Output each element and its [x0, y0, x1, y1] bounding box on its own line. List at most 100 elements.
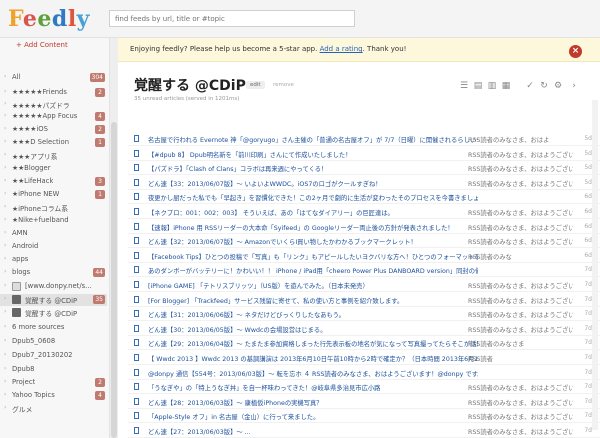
- timeline-view-icon[interactable]: ▥: [486, 80, 498, 92]
- feedly-logo[interactable]: Feedly: [8, 6, 90, 32]
- article-row[interactable]: [iPhone GAME] 「テトリスブリッツ」（US版）を遊んでみた。（日本未…: [128, 278, 600, 292]
- article-title[interactable]: どん速【27：2013/06/03版】〜 ...: [148, 427, 251, 436]
- article-title[interactable]: [iPhone GAME] 「テトリスブリッツ」（US版）を遊んでみた。（日本未…: [148, 281, 369, 290]
- bookmark-icon[interactable]: [134, 310, 139, 318]
- article-title[interactable]: あのダンボーがバッテリーに！かわいい！！ iPhone / iPad用「chee…: [148, 266, 478, 275]
- main-scrollbar[interactable]: [592, 100, 598, 430]
- article-row[interactable]: どん速【29：2013/06/04版】〜 たまたま参加資格しまった行先表示板の地…: [128, 336, 600, 351]
- chevron-right-icon[interactable]: ›: [4, 164, 6, 171]
- article-title[interactable]: [For Blogger] 「Trackfeed」サービス残留に寄せて、私の使い…: [148, 296, 403, 305]
- article-title[interactable]: 「Apple-Style オフ」in 名古屋（金山）に行って来ました。: [148, 412, 319, 421]
- sidebar-item[interactable]: › 6 more sources: [0, 322, 107, 334]
- chevron-right-icon[interactable]: ›: [4, 323, 6, 330]
- bookmark-icon[interactable]: [134, 193, 139, 201]
- article-title[interactable]: どん速【33：2013/06/07版】〜 いよいよWWDC。iOS7のロゴがクー…: [148, 179, 382, 188]
- article-title[interactable]: 【ネクプロ：001：002：003】 そういえば、あの「はてなダイアリー」の巨匠…: [148, 208, 394, 217]
- article-row[interactable]: 【 Wwdc 2013 】Wwdc 2013 の基調講演は 2013年6月10日…: [128, 351, 600, 365]
- bookmark-icon[interactable]: [134, 427, 139, 434]
- sidebar-item[interactable]: › 覚醒する @CDiP: [0, 307, 107, 319]
- article-title[interactable]: どん速【31：2013/06/06版】〜 ネタだけどびっくりしたなあもう。: [148, 310, 345, 319]
- chevron-right-icon[interactable]: ›: [4, 351, 6, 358]
- cards-view-icon[interactable]: ▦: [500, 80, 512, 92]
- sidebar-item[interactable]: › ★★★アプリ系: [0, 150, 107, 162]
- settings-gear-icon[interactable]: ⚙: [552, 80, 564, 92]
- article-title[interactable]: どん速【32：2013/06/07版】〜 AmazonでいくらI買い物したかわか…: [148, 237, 417, 246]
- bookmark-icon[interactable]: [134, 397, 139, 405]
- bookmark-icon[interactable]: [134, 222, 139, 230]
- article-row[interactable]: 【パズドラ】「Clash of Clans」コラボは再来週にやってくる！ RSS読…: [128, 161, 600, 176]
- article-title[interactable]: 名古屋で行われる Evernote 神「@goryugo」さん主催の「普通の名古…: [148, 135, 478, 144]
- edit-button[interactable]: edit: [246, 81, 265, 89]
- article-row[interactable]: 【速報】iPhone 用 RSSリーダーの大本命「Syifeed」の Googl…: [128, 220, 600, 234]
- article-title[interactable]: 夜更かし厨だった私でも「早起き」を習慣化できた！この2ヶ月で劇的に生活が変わった…: [148, 193, 478, 202]
- article-row[interactable]: どん速【33：2013/06/07版】〜 いよいよWWDC。iOS7のロゴがクー…: [128, 176, 600, 190]
- sidebar-item[interactable]: › ★Nike+fuelband: [0, 215, 107, 227]
- article-row[interactable]: @donpy 通信【554号：2013/06/03版】〜 転を忘ホ ４ RSS読…: [128, 366, 600, 380]
- article-title[interactable]: どん速【29：2013/06/04版】〜 たまたま参加資格しまった行先表示板の地…: [148, 339, 478, 348]
- bookmark-icon[interactable]: [134, 164, 139, 172]
- chevron-right-icon[interactable]: ›: [4, 138, 6, 145]
- bookmark-icon[interactable]: [134, 368, 139, 376]
- article-row[interactable]: どん速【28：2013/06/03版】〜 康植仮iPhoneの実機写真？ RSS読…: [128, 395, 600, 409]
- sidebar-item[interactable]: › apps: [0, 254, 107, 266]
- article-row[interactable]: 「Apple-Style オフ」in 名古屋（金山）に行って来ました。 RSS読者…: [128, 409, 600, 424]
- bookmark-icon[interactable]: [134, 208, 139, 215]
- chevron-right-icon[interactable]: ›: [4, 378, 6, 385]
- bookmark-icon[interactable]: [134, 251, 139, 259]
- article-title[interactable]: どん速【30：2013/06/05版】〜 Wwdcの会場設営はじまる。: [148, 325, 327, 334]
- bookmark-icon[interactable]: [134, 281, 139, 288]
- sidebar-item[interactable]: › ★★★D Selection 1: [0, 137, 107, 149]
- chevron-right-icon[interactable]: ›: [4, 242, 6, 249]
- article-row[interactable]: どん速【32：2013/06/07版】〜 AmazonでいくらI買い物したかわか…: [128, 234, 600, 249]
- chevron-right-icon[interactable]: ›: [4, 203, 6, 210]
- sidebar-item[interactable]: › ★★LifeHack 3: [0, 176, 107, 188]
- magazine-view-icon[interactable]: ▤: [472, 80, 484, 92]
- chevron-right-icon[interactable]: ›: [4, 125, 6, 132]
- chevron-right-icon[interactable]: ›: [4, 112, 6, 119]
- bookmark-icon[interactable]: [134, 412, 139, 420]
- sidebar-item[interactable]: › blogs 44: [0, 267, 107, 279]
- bookmark-icon[interactable]: [134, 383, 139, 391]
- sidebar-item[interactable]: › Dpub5_0608: [0, 336, 107, 348]
- titles-view-icon[interactable]: ☰: [458, 80, 470, 92]
- sidebar-item[interactable]: › Yahoo Topics 4: [0, 390, 107, 402]
- chevron-right-icon[interactable]: ›: [4, 100, 6, 107]
- chevron-right-icon[interactable]: ›: [4, 282, 6, 289]
- article-title[interactable]: 【#dpub 8】 Dpub明名新を「前川印刷」さんにて作成いたしました！: [148, 150, 352, 159]
- article-row[interactable]: 【#dpub 8】 Dpub明名新を「前川印刷」さんにて作成いたしました！ RSS…: [128, 147, 600, 161]
- bookmark-icon[interactable]: [134, 354, 139, 361]
- article-row[interactable]: 「うなぎや」の「特上うなぎ丼」を自一杯味わってきた！@岐阜県多治見市広小路 RSS…: [128, 380, 600, 395]
- sidebar-item[interactable]: › All 304: [0, 72, 107, 84]
- article-row[interactable]: どん速【27：2013/06/03版】〜 ... RSS読者のみなさま、おはようご…: [128, 424, 600, 438]
- search-input[interactable]: [109, 10, 355, 27]
- remove-button[interactable]: remove: [269, 81, 298, 89]
- bookmark-icon[interactable]: [134, 339, 139, 347]
- sidebar-item[interactable]: › Dpub7_20130202: [0, 350, 107, 362]
- bookmark-icon[interactable]: [134, 149, 139, 157]
- chevron-right-icon[interactable]: ›: [4, 255, 6, 262]
- sidebar-item[interactable]: › ★★★★★パズドラ: [0, 99, 107, 111]
- article-row[interactable]: 名古屋で行われる Evernote 神「@goryugo」さん主催の「普通の名古…: [128, 132, 600, 146]
- chevron-right-icon[interactable]: ›: [4, 88, 6, 95]
- article-title[interactable]: 「うなぎや」の「特上うなぎ丼」を自一杯味わってきた！@岐阜県多治見市広小路: [148, 383, 380, 392]
- chevron-right-icon[interactable]: ›: [4, 216, 6, 223]
- chevron-right-icon[interactable]: ›: [4, 391, 6, 398]
- close-banner-icon[interactable]: ×: [569, 45, 582, 58]
- add-rating-link[interactable]: Add a rating: [320, 45, 363, 53]
- sidebar-item[interactable]: › ★★Blogger: [0, 163, 107, 175]
- sidebar-item[interactable]: › ★iPhoneコラム系: [0, 202, 107, 214]
- bookmark-icon[interactable]: [134, 135, 139, 142]
- chevron-right-icon[interactable]: ›: [4, 337, 6, 344]
- article-title[interactable]: @donpy 通信【554号：2013/06/03版】〜 転を忘ホ ４ RSS読…: [148, 369, 478, 378]
- article-title[interactable]: 【Facebook Tips】ひとつの投稿で「写真」も「リンク」もアピールしたい…: [148, 252, 478, 261]
- article-title[interactable]: 【パズドラ】「Clash of Clans」コラボは再来週にやってくる！: [148, 164, 327, 173]
- article-row[interactable]: 夜更かし厨だった私でも「早起き」を習慣化できた！この2ヶ月で劇的に生活が変わった…: [128, 190, 600, 205]
- sidebar-item[interactable]: › [www.donpy.net/s...: [0, 281, 107, 293]
- bookmark-icon[interactable]: [134, 178, 139, 186]
- article-row[interactable]: 【ネクプロ：001：002：003】 そういえば、あの「はてなダイアリー」の巨匠…: [128, 205, 600, 219]
- mark-read-icon[interactable]: ✓: [524, 80, 536, 92]
- sidebar-scroll-thumb[interactable]: [111, 122, 117, 438]
- sidebar-item[interactable]: › 覚醒する @CDiP 35: [0, 294, 107, 306]
- chevron-right-icon[interactable]: ›: [4, 404, 6, 411]
- next-icon[interactable]: ›: [568, 80, 580, 92]
